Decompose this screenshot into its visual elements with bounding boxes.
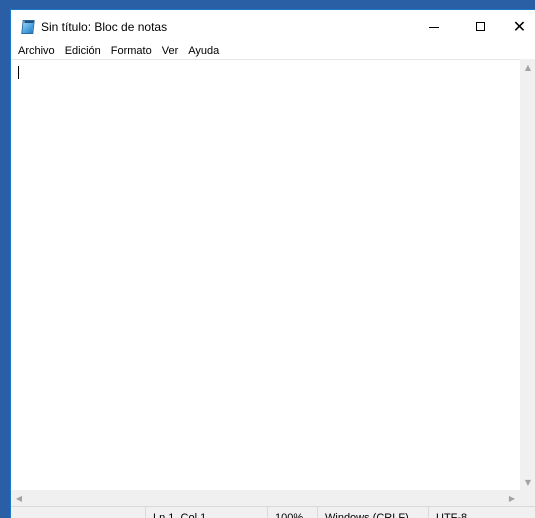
menu-formato[interactable]: Formato xyxy=(104,45,155,57)
maximize-button[interactable] xyxy=(457,10,503,43)
menu-bar: Archivo Edición Formato Ver Ayuda xyxy=(11,43,535,59)
menu-ayuda[interactable]: Ayuda xyxy=(181,45,222,57)
menu-ver[interactable]: Ver xyxy=(155,45,182,57)
maximize-icon xyxy=(475,22,485,31)
status-cursor-position: Ln 1, Col 1 xyxy=(145,507,267,518)
notepad-window: Sin título: Bloc de notas ✕ Archivo Edic… xyxy=(10,9,535,518)
scroll-up-icon[interactable]: ▲ xyxy=(520,59,535,75)
minimize-icon xyxy=(429,27,439,28)
text-caret xyxy=(18,66,19,79)
notepad-icon[interactable] xyxy=(20,19,36,35)
status-bar: Ln 1, Col 1 100% Windows (CRLF) UTF-8 xyxy=(11,506,535,518)
vertical-scrollbar[interactable]: ▲ ▼ xyxy=(520,59,535,490)
menu-edicion[interactable]: Edición xyxy=(58,45,104,57)
status-line-endings: Windows (CRLF) xyxy=(317,507,428,518)
text-editor-area[interactable] xyxy=(11,59,520,490)
scroll-left-icon[interactable]: ◀ xyxy=(11,490,27,506)
scrollbar-corner xyxy=(520,490,535,506)
scroll-down-icon[interactable]: ▼ xyxy=(520,474,535,490)
title-bar[interactable]: Sin título: Bloc de notas ✕ xyxy=(11,10,535,43)
scroll-right-icon[interactable]: ▶ xyxy=(504,490,520,506)
close-button[interactable]: ✕ xyxy=(503,10,535,43)
window-title: Sin título: Bloc de notas xyxy=(41,19,168,34)
horizontal-scrollbar[interactable]: ◀ ▶ xyxy=(11,490,520,506)
status-encoding: UTF-8 xyxy=(428,507,535,518)
menu-archivo[interactable]: Archivo xyxy=(11,45,58,57)
close-icon: ✕ xyxy=(512,16,527,36)
status-zoom: 100% xyxy=(267,507,317,518)
minimize-button[interactable] xyxy=(411,10,457,43)
